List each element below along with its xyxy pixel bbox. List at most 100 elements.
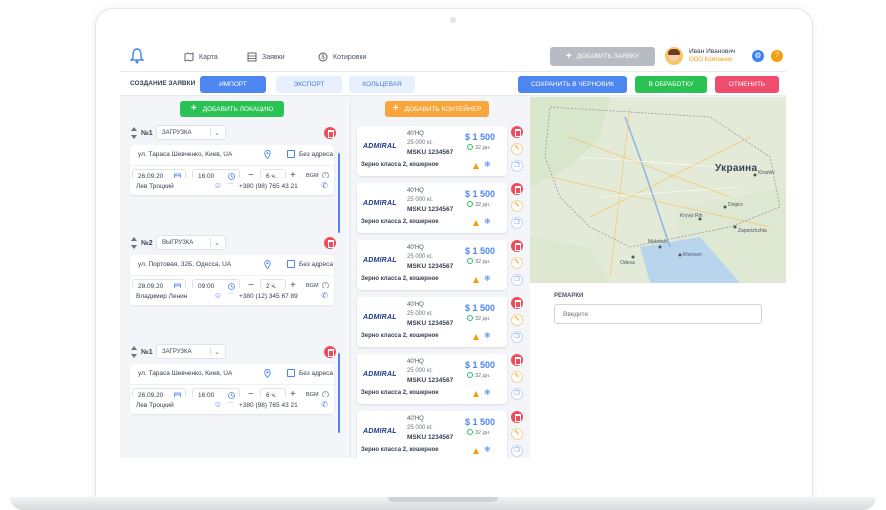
reorder-icon[interactable] [130, 237, 137, 249]
container-card[interactable]: ADMIRAL 40'HQ 25 000 кг. MSKU 1234567 $ … [357, 354, 507, 404]
container-card[interactable]: ADMIRAL 40'HQ 25 000 кг. MSKU 1234567 $ … [357, 126, 507, 176]
contact-person-field[interactable]: Лев Троцкий ☺ [130, 397, 228, 414]
contact-phone-field[interactable]: +380 (12) 345 67 89 ✆ [233, 288, 334, 305]
delete-container-icon[interactable] [511, 126, 523, 138]
contact-person-field[interactable]: Владимир Ленин ☺ [130, 288, 228, 305]
contact-person-field[interactable]: Лев Троцкий ☺ [130, 178, 228, 195]
map[interactable]: Украина Kharkiv Dnipro Kryvyi Rih Zapori… [530, 97, 786, 283]
snowflake-icon: ❄ [484, 274, 491, 283]
save-draft-button[interactable]: СОХРАНИТЬ В ЧЕРНОВИК [518, 76, 627, 93]
pin-icon[interactable] [264, 260, 271, 269]
pencil-icon[interactable]: ✎ [511, 314, 523, 326]
location-type-select[interactable]: ЗАГРУЗКА ⌄ [156, 344, 226, 359]
copy-icon[interactable]: ❐ [511, 217, 523, 229]
address-field[interactable]: ул. Портовая, 32Б, Одесса, UA [138, 261, 231, 268]
contact-phone-field[interactable]: +380 (98) 765 43 21 ✆ [233, 397, 334, 414]
delete-location-icon[interactable] [324, 346, 336, 358]
pin-icon[interactable] [264, 369, 271, 378]
person-icon: ☺ [213, 291, 222, 300]
warning-icon [473, 277, 479, 283]
map-canvas [530, 97, 786, 283]
contact-person-value: Лев Троцкий [136, 183, 174, 190]
container-days: 32 дн. [475, 259, 491, 265]
cargo-description: Зерно класса 2, кошерное [361, 162, 439, 168]
copy-icon[interactable]: ❐ [511, 160, 523, 172]
orders-icon [247, 52, 257, 62]
add-location-button[interactable]: + ДОБАВИТЬ ЛОКАЦИЮ [180, 101, 284, 117]
copy-icon[interactable]: ❐ [511, 445, 523, 457]
carrier-logo-text: ADMIRAL [363, 371, 397, 378]
pencil-icon[interactable]: ✎ [511, 371, 523, 383]
container-weight: 25 000 кг. [407, 425, 433, 431]
container-card[interactable]: ADMIRAL 40'HQ 25 000 кг. MSKU 1234567 $ … [357, 183, 507, 233]
reorder-icon[interactable] [130, 127, 137, 139]
to-processing-button[interactable]: В ОБРАБОТКУ [635, 76, 707, 93]
cancel-button[interactable]: ОТМЕНИТЬ [715, 76, 779, 93]
container-card[interactable]: ADMIRAL 40'HQ 25 000 кг. MSKU 1234567 $ … [357, 411, 507, 458]
add-order-button[interactable]: + ДОБАВИТЬ ЗАЯВКУ [550, 47, 655, 66]
map-city-label: Kharkiv [758, 170, 775, 176]
remarks-input[interactable] [554, 304, 762, 324]
contact-phone-field[interactable]: +380 (98) 765 43 21 ✆ [233, 178, 334, 195]
snowflake-icon: ❄ [484, 388, 491, 397]
pencil-icon[interactable]: ✎ [511, 257, 523, 269]
gear-icon[interactable]: ⚙ [752, 50, 764, 62]
carrier-logo: ADMIRAL [363, 135, 401, 150]
copy-icon[interactable]: ❐ [511, 274, 523, 286]
chevron-down-icon: ⌄ [214, 130, 220, 137]
pin-icon[interactable] [264, 150, 271, 159]
help-icon[interactable]: ? [771, 50, 783, 62]
clock-icon [467, 372, 473, 378]
location-type-value: ЗАГРУЗКА [162, 129, 192, 136]
container-card[interactable]: ADMIRAL 40'HQ 25 000 кг. MSKU 1234567 $ … [357, 240, 507, 290]
nav-quotes-label: Котировки [333, 53, 367, 61]
tab-import[interactable]: ИМПОРТ [200, 76, 266, 93]
container-card[interactable]: ADMIRAL 40'HQ 25 000 кг. MSKU 1234567 $ … [357, 297, 507, 347]
delete-container-icon[interactable] [511, 240, 523, 252]
remarks-title: РЕМАРКИ [554, 293, 584, 299]
carrier-logo-text: ADMIRAL [363, 257, 397, 264]
pencil-icon[interactable]: ✎ [511, 143, 523, 155]
delete-location-icon[interactable] [324, 127, 336, 139]
delete-container-icon[interactable] [511, 354, 523, 366]
no-address-checkbox[interactable] [287, 369, 295, 377]
divider [130, 384, 334, 385]
location-type-select[interactable]: ВЫГРУЗКА ⌄ [156, 235, 226, 250]
container-number: MSKU 1234567 [407, 149, 454, 156]
carrier-logo: ADMIRAL [363, 363, 401, 378]
nav-map[interactable]: Карта [184, 50, 218, 64]
location-type-value: ЗАГРУЗКА [162, 348, 192, 355]
delete-location-icon[interactable] [324, 237, 336, 249]
tab-export[interactable]: ЭКСПОРТ [276, 76, 342, 93]
location-type-select[interactable]: ЗАГРУЗКА ⌄ [156, 125, 226, 140]
pencil-icon[interactable]: ✎ [511, 200, 523, 212]
bell-icon[interactable] [130, 48, 144, 64]
avatar[interactable] [665, 47, 683, 65]
warning-icon [473, 163, 479, 169]
container-weight: 25 000 кг. [407, 197, 433, 203]
tab-circular[interactable]: КОЛЬЦЕВАЯ [349, 76, 415, 93]
user-company: ООО Компания [689, 57, 733, 63]
copy-icon[interactable]: ❐ [511, 331, 523, 343]
nav-quotes[interactable]: $ Котировки [318, 50, 366, 64]
no-address-checkbox[interactable] [287, 150, 295, 158]
locations-column: + ДОБАВИТЬ ЛОКАЦИЮ №1 ЗАГРУЗКА ⌄ ул. Тар… [120, 97, 342, 458]
user-name: Иван Иванович [689, 48, 736, 55]
pencil-icon[interactable]: ✎ [511, 428, 523, 440]
delete-container-icon[interactable] [511, 297, 523, 309]
clock-icon [467, 315, 473, 321]
delete-container-icon[interactable] [511, 183, 523, 195]
add-container-button[interactable]: + ДОБАВИТЬ КОНТЕЙНЕР [385, 101, 489, 117]
nav-orders[interactable]: Заявки [247, 50, 285, 64]
scroll-indicator[interactable] [338, 353, 340, 433]
person-icon: ☺ [213, 400, 222, 409]
copy-icon[interactable]: ❐ [511, 388, 523, 400]
reorder-icon[interactable] [130, 346, 137, 358]
address-field[interactable]: ул. Тараса Шевченко, Киев, UA [138, 370, 232, 377]
no-address-checkbox[interactable] [287, 260, 295, 268]
scroll-indicator[interactable] [338, 153, 340, 233]
carrier-logo-text: ADMIRAL [363, 200, 397, 207]
cargo-description: Зерно класса 2, кошерное [361, 447, 439, 453]
address-field[interactable]: ул. Тараса Шевченко, Киев, UA [138, 151, 232, 158]
delete-container-icon[interactable] [511, 411, 523, 423]
